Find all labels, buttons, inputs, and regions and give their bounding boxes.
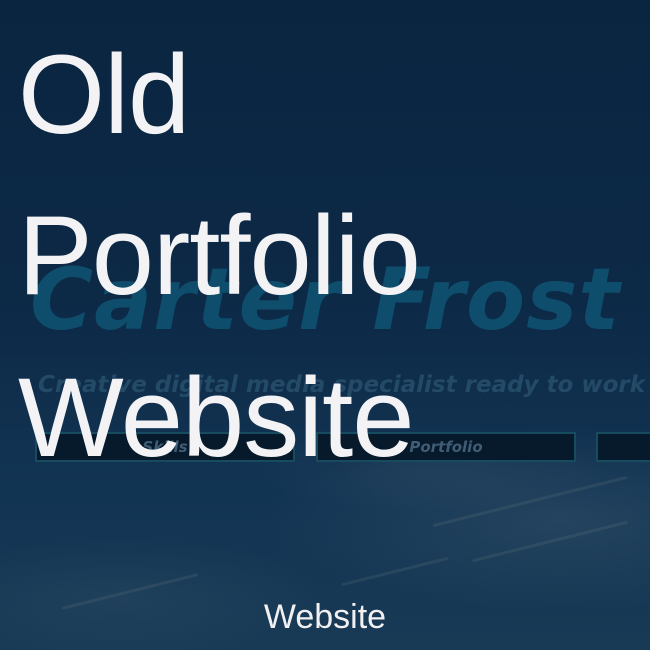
card-title: Old Portfolio Website [18, 14, 421, 498]
card-title-line-2: Portfolio [18, 193, 421, 319]
card-caption: Website [263, 598, 387, 636]
thumbnail-card[interactable]: Carter Frost Creative digital media spec… [0, 0, 650, 650]
card-title-line-3: Website [18, 354, 415, 480]
nav-button-third[interactable] [596, 432, 650, 462]
card-title-line-1: Old [18, 32, 190, 157]
